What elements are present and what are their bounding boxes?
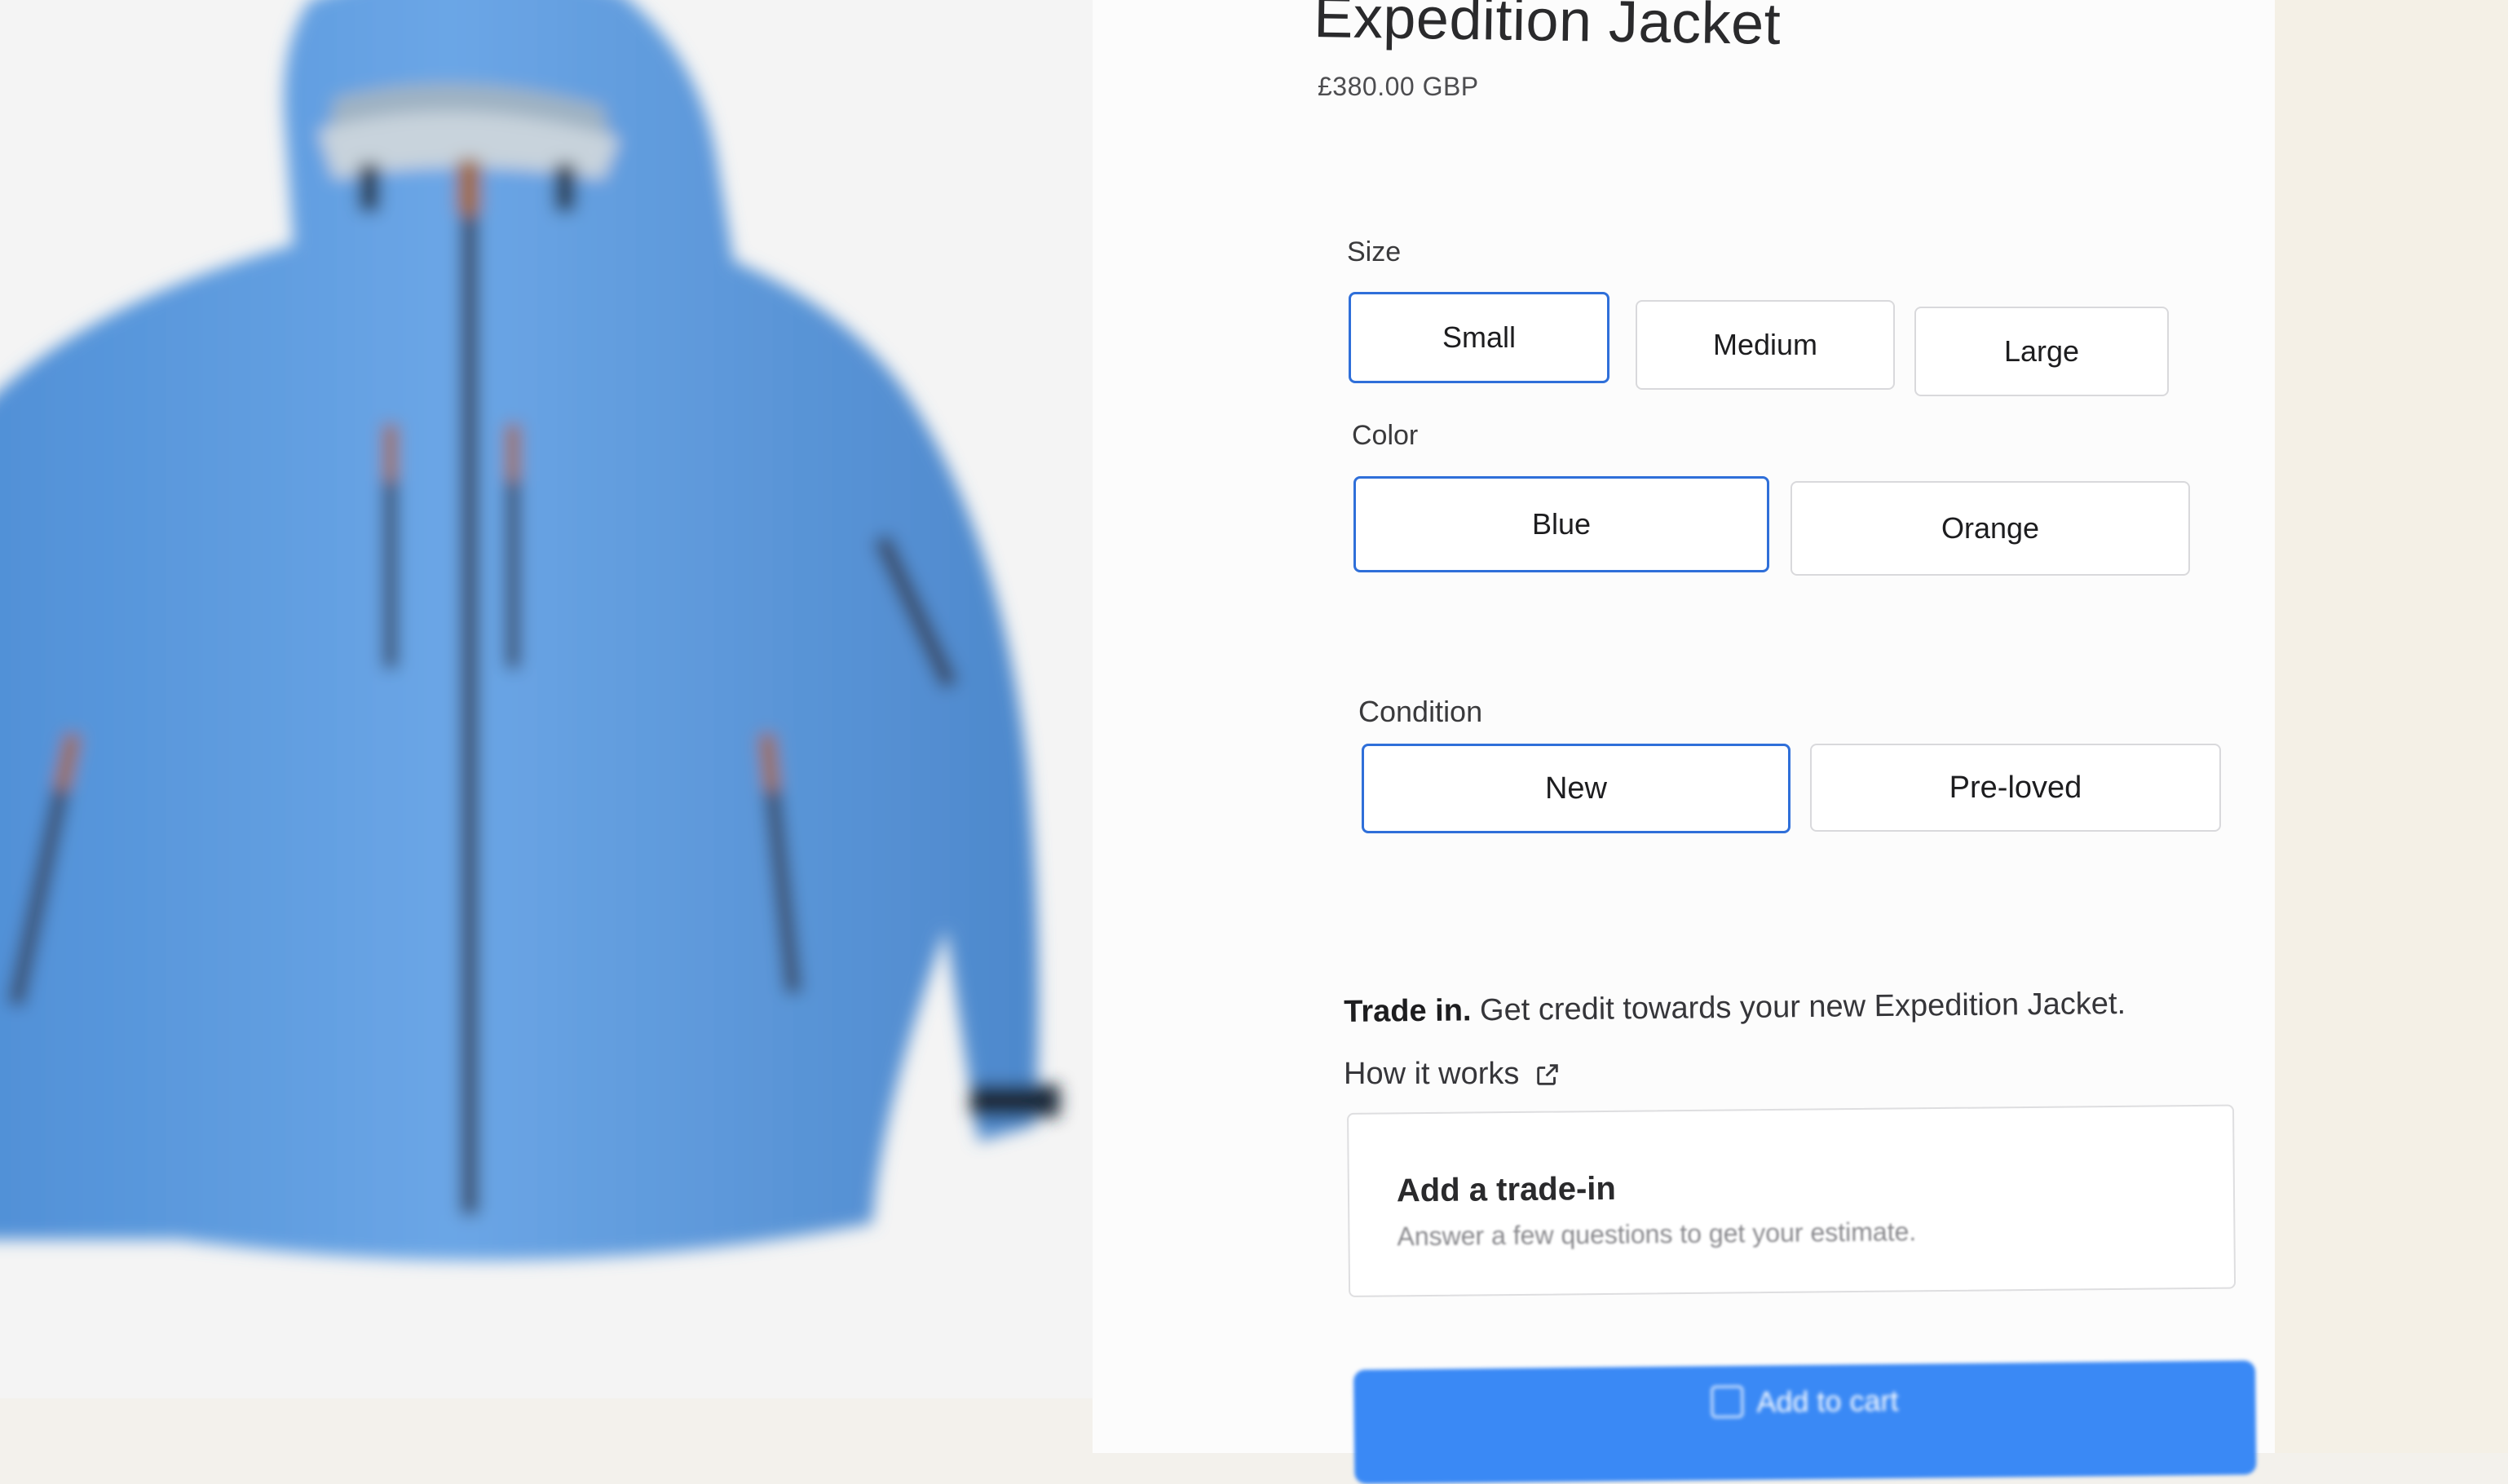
trade-in-card-title: Add a trade-in bbox=[1396, 1170, 1617, 1209]
how-it-works-link[interactable]: How it works bbox=[1344, 1057, 1561, 1092]
background-edge bbox=[2275, 0, 2508, 1453]
add-trade-in-card[interactable]: Add a trade-in Answer a few questions to… bbox=[1347, 1104, 2236, 1297]
trade-in-lead: Trade in. bbox=[1344, 993, 1472, 1029]
shopping-bag-icon bbox=[1711, 1385, 1744, 1419]
size-option-medium[interactable]: Medium bbox=[1636, 300, 1895, 390]
color-option-blue[interactable]: Blue bbox=[1353, 476, 1769, 572]
trade-in-card-subtitle: Answer a few questions to get your estim… bbox=[1397, 1217, 1917, 1252]
condition-option-preloved[interactable]: Pre-loved bbox=[1810, 744, 2221, 832]
condition-option-new[interactable]: New bbox=[1362, 744, 1790, 833]
size-option-large[interactable]: Large bbox=[1914, 307, 2169, 396]
product-image-panel bbox=[0, 0, 1093, 1398]
external-link-icon[interactable] bbox=[1534, 1061, 1561, 1089]
color-label: Color bbox=[1352, 420, 1419, 451]
size-option-small[interactable]: Small bbox=[1349, 292, 1609, 383]
product-title: Expedition Jacket bbox=[1313, 0, 1782, 57]
condition-label: Condition bbox=[1358, 695, 1483, 728]
product-image bbox=[0, 0, 1060, 1261]
color-option-orange[interactable]: Orange bbox=[1790, 481, 2190, 576]
product-price: £380.00 GBP bbox=[1318, 72, 1479, 101]
add-to-cart-label: Add to cart bbox=[1756, 1384, 1899, 1419]
trade-in-description: Get credit towards your new Expedition J… bbox=[1479, 986, 2126, 1028]
how-it-works-label[interactable]: How it works bbox=[1344, 1057, 1519, 1092]
add-to-cart-button[interactable]: Add to cart bbox=[1353, 1360, 2257, 1484]
size-label: Size bbox=[1347, 236, 1402, 267]
